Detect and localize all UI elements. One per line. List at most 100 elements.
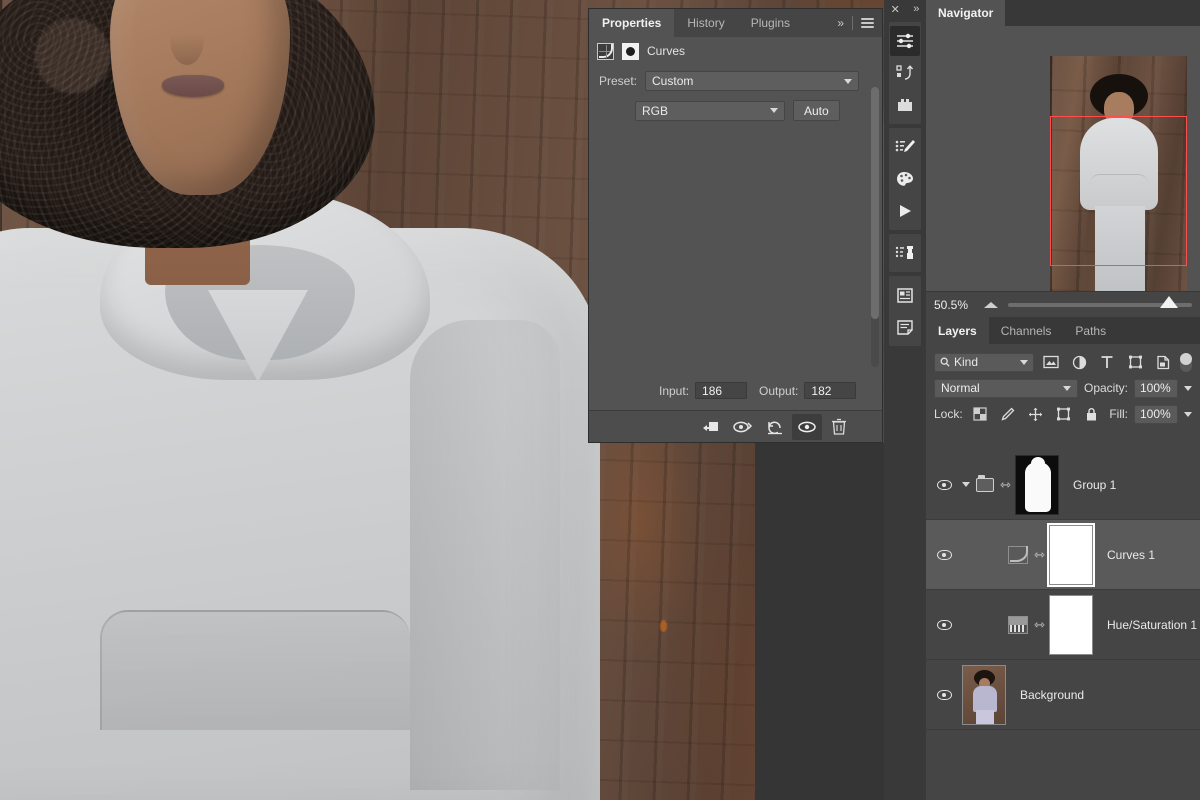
lock-all-icon[interactable]: [1081, 404, 1103, 424]
navigator-footer: 50.5%: [926, 291, 1200, 317]
toggle-visibility-button[interactable]: [792, 413, 822, 440]
lock-image-pixels-icon[interactable]: [997, 404, 1019, 424]
table-row[interactable]: ⇿ Hue/Saturation 1: [926, 590, 1200, 660]
properties-header: Curves: [589, 37, 882, 65]
filter-shape-layers-icon[interactable]: [1124, 352, 1146, 372]
zoom-level-value[interactable]: 50.5%: [934, 298, 974, 312]
navigator-body[interactable]: [926, 26, 1200, 291]
scrollbar-thumb[interactable]: [871, 87, 879, 319]
properties-footer: [589, 410, 882, 442]
layer-thumbnail[interactable]: [962, 664, 1006, 725]
layer-visibility-toggle[interactable]: [926, 549, 962, 560]
lock-label: Lock:: [934, 407, 963, 421]
blend-mode-row: Normal Opacity: 100%: [926, 375, 1200, 401]
layer-mask-thumbnail[interactable]: [1049, 594, 1093, 655]
layers-tab-bar: Layers Channels Paths: [926, 317, 1200, 344]
tab-history-label: History: [687, 16, 725, 30]
expand-panels-icon[interactable]: »: [913, 3, 919, 15]
swatches-panel-icon[interactable]: [890, 164, 920, 194]
adjustments-panel-icon[interactable]: [890, 26, 920, 56]
hue-saturation-adjustment-thumbnail[interactable]: [1008, 615, 1028, 634]
delete-adjustment-button[interactable]: [824, 414, 854, 440]
notes-panel-icon[interactable]: [890, 312, 920, 342]
channel-select[interactable]: RGB: [635, 100, 785, 121]
zoom-slider[interactable]: [1008, 295, 1192, 308]
blend-mode-value: Normal: [941, 381, 980, 395]
output-value-field[interactable]: 182: [804, 382, 857, 399]
layer-mask-thumbnail[interactable]: [1049, 524, 1093, 585]
layer-name: Curves 1: [1107, 547, 1156, 562]
layer-mask-icon[interactable]: [622, 42, 639, 60]
filter-kind-select[interactable]: Kind: [934, 352, 1034, 372]
fill-field[interactable]: 100%: [1134, 404, 1178, 424]
model-photo: [0, 0, 640, 800]
dock-group-1: [889, 22, 921, 124]
overflow-chevrons-icon[interactable]: »: [837, 16, 844, 30]
filter-enable-toggle[interactable]: [1180, 352, 1192, 372]
filter-pixel-layers-icon[interactable]: [1040, 352, 1062, 372]
reset-adjustment-button[interactable]: [760, 414, 790, 440]
toggle-previous-state-button[interactable]: [728, 414, 758, 440]
lips: [162, 75, 224, 97]
link-icon[interactable]: ⇿: [1000, 477, 1011, 492]
filter-type-layers-icon[interactable]: [1096, 352, 1118, 372]
tab-history[interactable]: History: [674, 9, 737, 37]
filter-adjustment-layers-icon[interactable]: [1068, 352, 1090, 372]
layer-visibility-toggle[interactable]: [926, 479, 962, 490]
actions-panel-icon[interactable]: [890, 196, 920, 226]
tab-layers[interactable]: Layers: [926, 317, 989, 344]
dock-group-3: [889, 234, 921, 272]
zoom-out-icon[interactable]: [984, 301, 998, 308]
tab-plugins-label: Plugins: [750, 16, 791, 30]
folder-icon: [976, 474, 994, 492]
table-row[interactable]: Background: [926, 660, 1200, 730]
properties-tab-controls: »: [829, 9, 882, 37]
panel-dock: ✕ »: [884, 0, 926, 800]
clip-to-layer-button[interactable]: [696, 414, 726, 440]
link-icon[interactable]: ⇿: [1034, 617, 1045, 632]
opacity-field[interactable]: 100%: [1134, 378, 1178, 398]
properties-panel-icon[interactable]: [890, 280, 920, 310]
zoom-slider-knob[interactable]: [1160, 295, 1178, 308]
table-row[interactable]: ⇿ Curves 1: [926, 520, 1200, 590]
table-row[interactable]: ⇿ Group 1: [926, 450, 1200, 520]
tab-navigator[interactable]: Navigator: [926, 0, 1006, 26]
opacity-chevron-down-icon[interactable]: [1184, 385, 1192, 391]
dock-group-2: [889, 128, 921, 230]
tab-channels[interactable]: Channels: [989, 317, 1064, 344]
layer-mask-thumbnail[interactable]: [1015, 454, 1059, 515]
lock-row: Lock: Fill: 100%: [926, 401, 1200, 427]
chevron-down-icon[interactable]: [962, 482, 970, 487]
curves-adjustment-icon: [597, 42, 614, 60]
history-panel-icon[interactable]: [890, 58, 920, 88]
fill-label: Fill:: [1109, 407, 1128, 421]
clone-source-panel-icon[interactable]: [890, 238, 920, 268]
hamburger-menu-icon[interactable]: [861, 18, 874, 28]
blend-mode-select[interactable]: Normal: [934, 378, 1078, 398]
right-panel-column: Navigator 50.5% Layers Channels Paths Ki…: [926, 0, 1200, 800]
libraries-panel-icon[interactable]: [890, 90, 920, 120]
layer-visibility-toggle[interactable]: [926, 619, 962, 630]
close-icon[interactable]: ✕: [891, 3, 900, 16]
properties-scrollbar[interactable]: [871, 87, 879, 367]
lock-transparent-pixels-icon[interactable]: [969, 404, 991, 424]
layer-name: Background: [1020, 687, 1085, 702]
filter-smart-object-icon[interactable]: [1152, 352, 1174, 372]
preset-select[interactable]: Custom: [645, 71, 860, 91]
tab-paths[interactable]: Paths: [1063, 317, 1118, 344]
tab-properties-label: Properties: [602, 16, 662, 30]
tab-plugins[interactable]: Plugins: [738, 9, 803, 37]
layer-visibility-toggle[interactable]: [926, 689, 962, 700]
auto-button[interactable]: Auto: [793, 100, 840, 121]
navigator-viewport-rect[interactable]: [1050, 116, 1187, 266]
curves-adjustment-thumbnail[interactable]: [1008, 545, 1028, 564]
search-icon: [940, 357, 950, 367]
lock-position-icon[interactable]: [1025, 404, 1047, 424]
fill-chevron-down-icon[interactable]: [1184, 411, 1192, 417]
input-value-field[interactable]: 186: [695, 382, 748, 399]
lock-artboard-nesting-icon[interactable]: [1053, 404, 1075, 424]
link-icon[interactable]: ⇿: [1034, 547, 1045, 562]
brush-settings-panel-icon[interactable]: [890, 132, 920, 162]
hoodie-pocket: [100, 610, 410, 730]
tab-properties[interactable]: Properties: [589, 9, 675, 37]
